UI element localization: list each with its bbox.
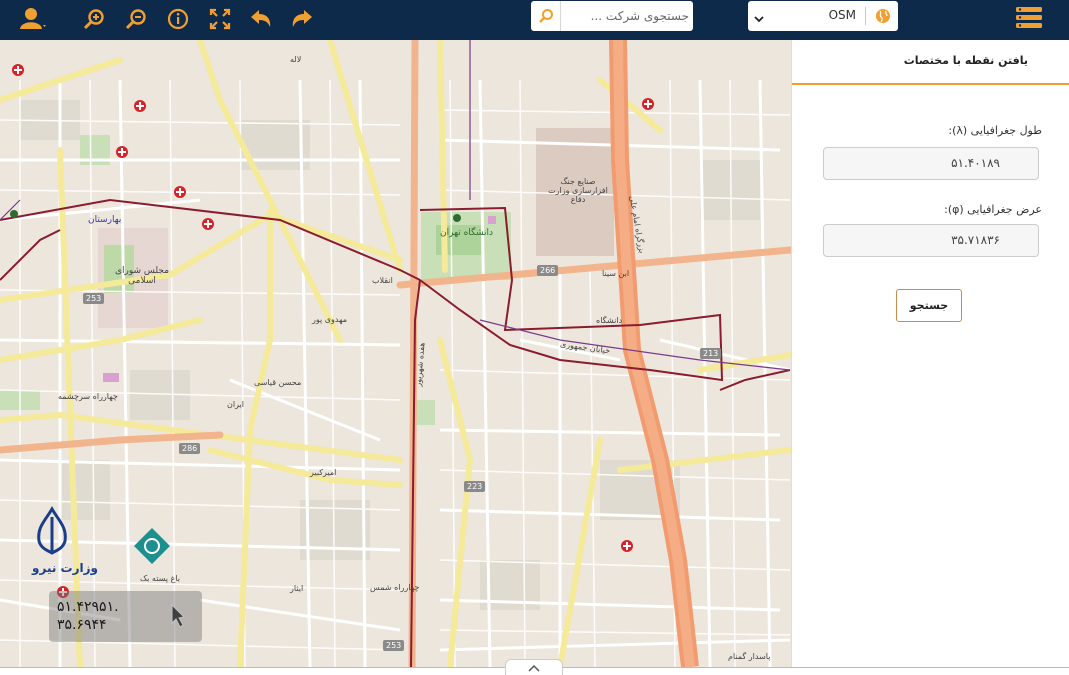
map-label: ابن سینا bbox=[602, 269, 630, 278]
map-label: امیرکبیر bbox=[310, 468, 337, 477]
chevron-up-icon bbox=[528, 664, 540, 672]
map-source-select[interactable]: OSM bbox=[748, 1, 898, 31]
cursor-latitude: ۳۵.۶۹۴۴ bbox=[57, 617, 107, 633]
map-source-value: OSM bbox=[828, 8, 856, 22]
undo-icon[interactable] bbox=[246, 4, 276, 34]
map-canvas[interactable]: 253 286 266 213 223 253 مجلس شورای اسلام… bbox=[0, 40, 791, 667]
latitude-input[interactable]: ۳۵.۷۱۸۳۶ bbox=[823, 224, 1039, 257]
panel-title: یافتن نقطه با مختصات bbox=[903, 54, 1028, 67]
coordinate-search-panel: یافتن نقطه با مختصات طول جغرافیایی (λ): … bbox=[791, 40, 1069, 667]
search-input[interactable] bbox=[567, 1, 693, 31]
company-search-box bbox=[531, 1, 693, 31]
coordinate-search-button[interactable]: جستجو bbox=[896, 289, 962, 322]
ministry-logo-text: وزارت نیرو bbox=[32, 561, 98, 575]
longitude-input[interactable]: ۵۱.۴۰۱۸۹ bbox=[823, 147, 1039, 180]
user-icon[interactable] bbox=[18, 4, 48, 34]
ministry-emblem-icon bbox=[37, 506, 67, 555]
road-number-badge: 253 bbox=[383, 640, 405, 651]
zoom-out-icon[interactable] bbox=[121, 4, 151, 34]
menu-icon[interactable] bbox=[1012, 4, 1046, 34]
latitude-label: عرض جغرافیایی (φ): bbox=[944, 203, 1042, 216]
chevron-down-icon bbox=[754, 9, 764, 28]
road-number-badge: 223 bbox=[464, 481, 486, 492]
map-label: چهارراه سرچشمه bbox=[58, 392, 118, 401]
map-label: دانشگاه تهران bbox=[440, 228, 494, 238]
map-label: محسن قیاسی bbox=[254, 378, 302, 387]
map-label: پاسدار گمنام bbox=[728, 652, 771, 661]
map-label: بهارستان bbox=[88, 215, 122, 225]
fullscreen-icon[interactable] bbox=[205, 4, 235, 34]
info-icon[interactable] bbox=[163, 4, 193, 34]
map-label: لاله bbox=[290, 55, 302, 64]
road-number-badge: 266 bbox=[537, 265, 559, 276]
map-label: مجلس شورای اسلامی bbox=[114, 266, 170, 286]
longitude-label: طول جغرافیایی (λ): bbox=[948, 124, 1042, 137]
road-number-badge: 213 bbox=[700, 348, 722, 359]
map-label: ایران bbox=[227, 400, 244, 409]
map-label: باغ پسته بک bbox=[140, 574, 180, 583]
cursor-coordinates: ۵۱.۴۲۹۵۱. ۳۵.۶۹۴۴ bbox=[49, 591, 202, 642]
panel-divider bbox=[792, 83, 1069, 85]
longitude-value: ۵۱.۴۰۱۸۹ bbox=[951, 156, 1000, 170]
map-label: مهدوی پور bbox=[312, 315, 348, 324]
select-divider bbox=[865, 7, 866, 25]
map-label: صنایع جنگ افزارسازی وزارت دفاع bbox=[548, 177, 608, 204]
map-label: انقلاب bbox=[372, 276, 393, 285]
globe-icon bbox=[872, 6, 894, 26]
search-icon bbox=[538, 9, 553, 23]
road-number-badge: 253 bbox=[83, 293, 105, 304]
cursor-longitude: ۵۱.۴۲۹۵۱. bbox=[57, 599, 119, 615]
zoom-in-icon[interactable] bbox=[79, 4, 109, 34]
map-label: ایثار bbox=[290, 584, 304, 593]
map-label: دانشگاه bbox=[596, 316, 623, 325]
expand-panel-button[interactable] bbox=[505, 659, 563, 675]
search-button[interactable] bbox=[531, 1, 561, 31]
latitude-value: ۳۵.۷۱۸۳۶ bbox=[951, 233, 1000, 247]
map-tiles bbox=[0, 40, 791, 667]
map-label: چهارراه شمس bbox=[370, 583, 420, 592]
redo-icon[interactable] bbox=[287, 4, 317, 34]
ministry-logo: وزارت نیرو bbox=[25, 505, 98, 585]
road-number-badge: 286 bbox=[179, 443, 201, 454]
top-toolbar: OSM bbox=[0, 0, 1069, 40]
